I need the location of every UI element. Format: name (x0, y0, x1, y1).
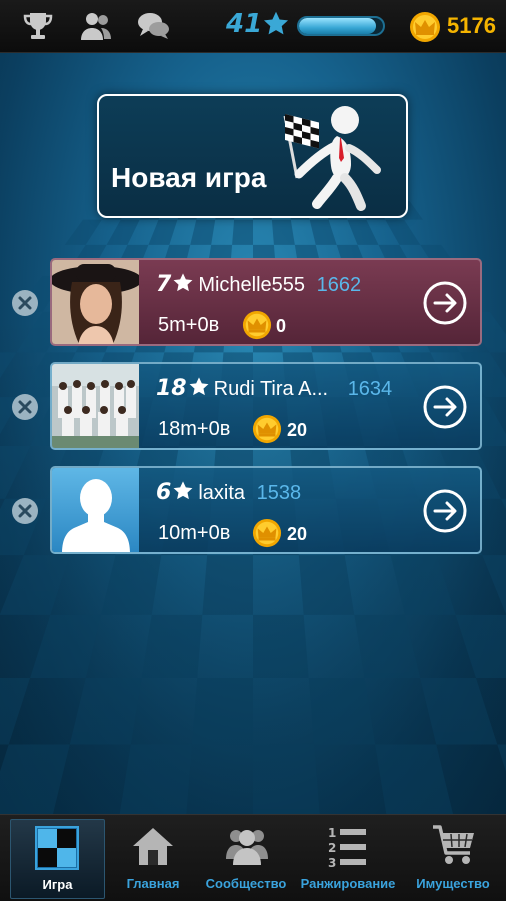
avatar (52, 364, 139, 448)
shop-cart-icon (433, 825, 474, 864)
top-bar: 41 5176 (0, 0, 506, 53)
nav-item-shop[interactable]: Имущество (403, 815, 503, 901)
opponent-name: Rudi Tira A... (213, 378, 329, 400)
crown-coin-icon (252, 414, 282, 444)
crown-coin-icon (242, 310, 272, 340)
bet-amount: 0 (276, 316, 287, 336)
chessboard-icon (35, 826, 79, 870)
crown-coin-icon[interactable] (409, 11, 441, 43)
opponent-name: laxita (198, 482, 246, 504)
player-level: 41 (226, 9, 263, 39)
avatar (52, 468, 139, 552)
opponent-level: 7 (156, 272, 172, 297)
xp-progress-fill (299, 18, 377, 34)
avatar (52, 260, 139, 344)
decline-icon[interactable] (11, 289, 39, 317)
decline-icon[interactable] (11, 497, 39, 525)
crown-coin-icon (252, 518, 282, 548)
opponent-rating: 1538 (256, 482, 302, 504)
opponent-name-line: 7 Michelle555 1662 (156, 272, 361, 297)
decline-icon[interactable] (11, 393, 39, 421)
chat-icon[interactable] (137, 10, 171, 42)
game-request-card[interactable]: 7 Michelle555 1662 5m+0в 0 (50, 258, 482, 346)
game-request-row: 18 Rudi Tira A... 1634 18m+0в 20 (0, 362, 506, 452)
game-request-card[interactable]: 18 Rudi Tira A... 1634 18m+0в 20 (50, 362, 482, 450)
bet-amount: 20 (287, 524, 308, 544)
time-control: 10m+0в (158, 522, 231, 544)
nav-label: Игра (42, 877, 73, 892)
ranking-icon: 1 2 3 (328, 826, 366, 869)
nav-label: Ранжирование (300, 876, 396, 891)
star-icon (173, 481, 193, 500)
svg-text:1: 1 (328, 826, 336, 840)
svg-text:2: 2 (328, 841, 336, 855)
opponent-level: 6 (156, 480, 172, 505)
opponent-name-line: 6 laxita 1538 (156, 480, 301, 505)
star-icon (173, 273, 193, 292)
nav-label: Имущество (416, 876, 490, 891)
opponent-name: Michelle555 (198, 274, 306, 296)
game-request-row: 7 Michelle555 1662 5m+0в 0 (0, 258, 506, 348)
trophy-icon[interactable] (21, 10, 55, 42)
opponent-rating: 1662 (316, 274, 362, 296)
accept-arrow-icon[interactable] (422, 384, 468, 430)
xp-progress-bar (297, 16, 385, 36)
nav-item-home[interactable]: Главная (108, 815, 198, 901)
accept-arrow-icon[interactable] (422, 280, 468, 326)
stickman-flag-illustration (283, 106, 381, 211)
friends-icon[interactable] (79, 10, 113, 42)
opponent-level: 18 (156, 376, 187, 401)
coin-balance[interactable]: 5176 (447, 13, 496, 39)
nav-item-community[interactable]: Сообщество (200, 815, 292, 901)
nav-item-game[interactable]: Игра (10, 819, 105, 899)
opponent-rating: 1634 (347, 378, 393, 400)
home-icon (133, 828, 173, 865)
new-game-label: Новая игра (111, 162, 267, 193)
svg-text:3: 3 (328, 856, 336, 869)
bet-amount: 20 (287, 420, 308, 440)
star-icon (263, 11, 289, 35)
community-icon (226, 830, 268, 865)
new-game-button[interactable]: Новая игра (97, 94, 408, 218)
bottom-navigation: Игра Главная Сообщество 1 2 3 Ранжирован… (0, 814, 506, 901)
nav-item-ranking[interactable]: 1 2 3 Ранжирование (294, 815, 402, 901)
game-request-card[interactable]: 6 laxita 1538 10m+0в 20 (50, 466, 482, 554)
star-icon (189, 377, 209, 396)
time-control: 5m+0в (158, 314, 220, 336)
accept-arrow-icon[interactable] (422, 488, 468, 534)
game-request-row: 6 laxita 1538 10m+0в 20 (0, 466, 506, 556)
time-control: 18m+0в (158, 418, 231, 440)
nav-label: Сообщество (205, 876, 287, 891)
opponent-name-line: 18 Rudi Tira A... 1634 (156, 376, 392, 401)
nav-label: Главная (126, 876, 180, 891)
